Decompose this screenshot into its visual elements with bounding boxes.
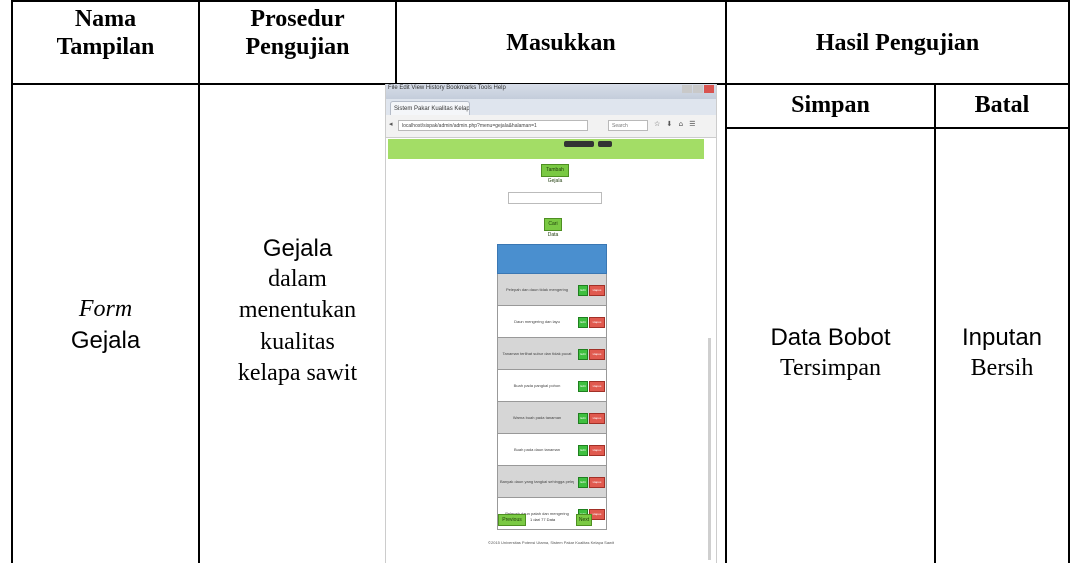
header-nama-tampilan: Nama Tampilan <box>13 6 198 61</box>
table-border-left <box>11 0 13 563</box>
cell-nama-tampilan: Form Gejala <box>13 294 198 356</box>
procedure-line: kualitas <box>260 328 335 355</box>
cell-batal-result: Inputan Bersih <box>936 322 1068 384</box>
gejala-table: Pelepah dan daun tidak mengering Edit Hapu… <box>497 244 607 530</box>
cell-simpan-result: Data Bobot Tersimpan <box>727 322 934 384</box>
hapus-button: Hapus <box>589 381 605 392</box>
form-label-italic: Form <box>78 296 133 322</box>
row-text: Buah pada daun tanaman <box>513 447 561 452</box>
hapus-button: Hapus <box>589 445 605 456</box>
header-masukkan: Masukkan <box>506 30 616 56</box>
header-element <box>598 141 612 147</box>
edit-button: Edit <box>578 285 588 296</box>
next-button: Next <box>576 514 592 526</box>
header-batal: Batal <box>974 92 1030 118</box>
edit-button: Edit <box>578 413 588 424</box>
table-row: Warna buah pada tanaman Edit Hapus <box>497 402 607 434</box>
row-text: Warna buah pada tanaman <box>512 415 562 420</box>
hapus-button: Hapus <box>589 349 605 360</box>
browser-tab: Sistem Pakar Kualitas Kelapa Sa... × <box>390 101 470 115</box>
back-icon: ◂ <box>389 120 393 128</box>
hapus-button: Hapus <box>589 317 605 328</box>
result-line: Bersih <box>970 355 1034 382</box>
procedure-line: menentukan <box>238 297 357 324</box>
result-line: Inputan <box>961 324 1043 351</box>
table-border-top <box>11 0 1070 2</box>
site-footer: ©2015 Universitas Potensi Utama, Sistem … <box>488 540 614 545</box>
cell-prosedur-pengujian: Gejala dalam menentukan kualitas kelapa … <box>200 233 395 389</box>
table-row: Pelepah dan daun tidak mengering Edit Hapu… <box>497 274 607 306</box>
header-prosedur-pengujian: Prosedur Pengujian <box>200 6 395 61</box>
close-icon <box>704 85 714 93</box>
search-input <box>508 192 602 204</box>
edit-button: Edit <box>578 317 588 328</box>
result-line: Tersimpan <box>780 355 881 382</box>
edit-button: Edit <box>578 477 588 488</box>
browser-tab-bar: Sistem Pakar Kualitas Kelapa Sa... × <box>386 99 716 115</box>
browser-menu: File Edit View History Bookmarks Tools H… <box>388 85 506 91</box>
table-row: Buah pada pangkal pohon Edit Hapus <box>497 370 607 402</box>
procedure-line: kelapa sawit <box>237 359 358 386</box>
header-line: Tampilan <box>56 33 155 60</box>
pagination: Previous 1 dari 77 Data Next <box>498 514 608 526</box>
table-row: Daun mengering dan layu Edit Hapus <box>497 306 607 338</box>
site-header-bar <box>388 139 704 159</box>
pager-info: 1 dari 77 Data <box>530 517 556 522</box>
procedure-line: Gejala <box>262 235 333 262</box>
col-divider-3 <box>725 0 727 563</box>
row-text: Tanaman terlihat subur dan tidak pucat <box>502 351 572 356</box>
cari-data-button: Cari Data <box>544 218 562 238</box>
tambah-gejala-button: Tambah Gejala <box>541 164 569 184</box>
toolbar-icons: ☆ ⬇ ⌂ ☰ <box>654 120 698 128</box>
previous-button: Previous <box>498 514 526 526</box>
table-row: Banyak daun yang tangkai sehingga pelepa… <box>497 466 607 498</box>
hapus-button: Hapus <box>589 285 605 296</box>
table-row: Tanaman terlihat subur dan tidak pucat Ed… <box>497 338 607 370</box>
header-line: Pengujian <box>245 33 350 60</box>
procedure-line: dalam <box>268 266 327 293</box>
browser-nav-bar: ◂ localhost/sispak/admin/admin.php?menu=… <box>386 115 716 138</box>
hapus-button: Hapus <box>589 413 605 424</box>
scrollbar <box>708 338 711 560</box>
result-line: Data Bobot <box>770 324 891 351</box>
header-hasil-pengujian: Hasil Pengujian <box>815 30 980 56</box>
hapus-button: Hapus <box>589 477 605 488</box>
form-gejala-screenshot: File Edit View History Bookmarks Tools H… <box>385 84 717 563</box>
header-element <box>564 141 594 147</box>
browser-title-bar: File Edit View History Bookmarks Tools H… <box>386 84 716 99</box>
table-row: Buah pada daun tanaman Edit Hapus <box>497 434 607 466</box>
search-field: Search <box>608 120 648 131</box>
minimize-icon <box>682 85 692 93</box>
row-text: Buah pada pangkal pohon <box>513 383 561 388</box>
url-bar: localhost/sispak/admin/admin.php?menu=ge… <box>398 120 588 131</box>
table-header <box>497 244 607 274</box>
maximize-icon <box>693 85 703 93</box>
table-border-right <box>1068 0 1070 563</box>
header-line: Prosedur <box>250 6 345 32</box>
form-name: Gejala <box>70 327 141 355</box>
row-text: Banyak daun yang tangkai sehingga pelepa… <box>500 479 574 484</box>
edit-button: Edit <box>578 349 588 360</box>
row-text: Daun mengering dan layu <box>514 319 560 324</box>
subheader-divider <box>725 127 1070 129</box>
edit-button: Edit <box>578 381 588 392</box>
header-line: Nama <box>74 6 137 32</box>
header-simpan: Simpan <box>791 92 870 118</box>
edit-button: Edit <box>578 445 588 456</box>
row-text: Pelepah dan daun tidak mengering <box>505 287 569 292</box>
